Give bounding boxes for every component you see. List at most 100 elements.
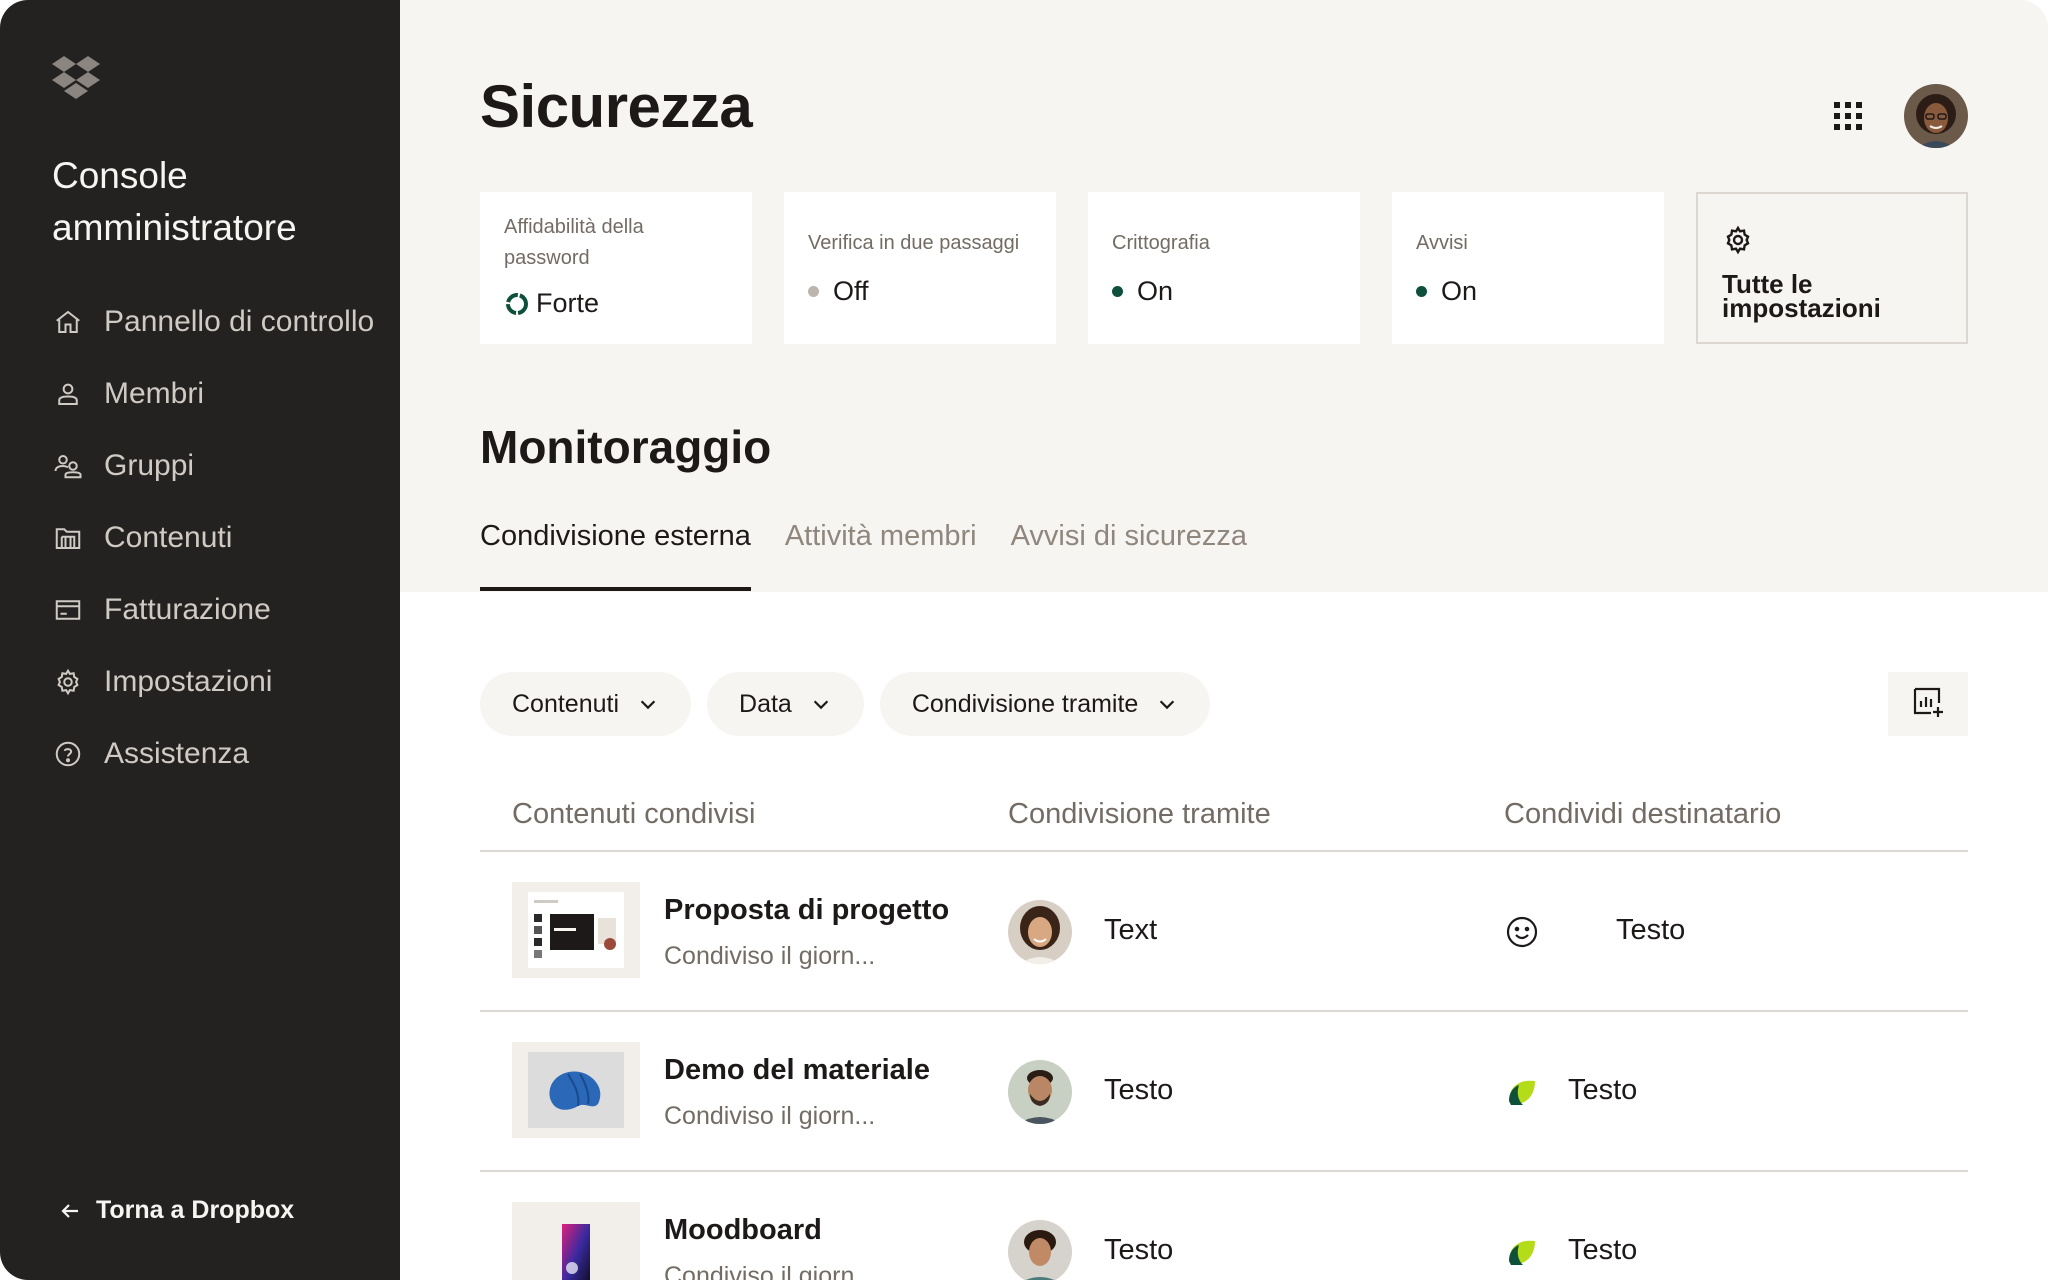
recipient-name: Testo [1568, 1074, 1638, 1106]
chevron-down-icon [1156, 693, 1178, 715]
gear-icon [1722, 224, 1754, 261]
sharer-name: Text [1104, 914, 1158, 946]
table-row[interactable]: Moodboard Condiviso il giorn... Testo Te… [480, 1172, 1968, 1280]
status-dot [1416, 286, 1427, 297]
table-row[interactable]: Demo del materiale Condiviso il giorn...… [480, 1012, 1968, 1172]
sidebar-item-label: Fatturazione [104, 593, 271, 626]
leaf-icon [1504, 1074, 1540, 1110]
password-strength-value: Forte [536, 288, 600, 318]
gear-icon [52, 666, 84, 698]
sidebar-item-billing[interactable]: Fatturazione [52, 574, 374, 646]
sidebar-item-label: Pannello di controllo [104, 305, 375, 338]
app-grid-icon[interactable] [1832, 100, 1864, 132]
card-label: Affidabilità della password [504, 216, 644, 269]
file-thumbnail [512, 882, 640, 978]
sidebar-item-label: Gruppi [104, 449, 195, 482]
sidebar-item-help[interactable]: Assistenza [52, 718, 374, 790]
security-overview: Sicurezza Affidabilità della password Fo… [400, 0, 2048, 592]
back-label: Torna a Dropbox [96, 1196, 295, 1224]
billing-icon [52, 594, 84, 626]
shared-date: Condiviso il giorn... [664, 1102, 876, 1130]
status-dot [1112, 286, 1123, 297]
group-icon [52, 450, 84, 482]
encryption-value: On [1137, 276, 1174, 306]
person-icon [52, 378, 84, 410]
chevron-down-icon [637, 693, 659, 715]
monitoring-title: Monitoraggio [480, 421, 772, 473]
filter-label: Data [739, 689, 792, 718]
column-header[interactable]: Condividi destinatario [1504, 798, 1781, 831]
status-dot [808, 286, 819, 297]
sidebar-item-settings[interactable]: Impostazioni [52, 646, 374, 718]
column-header[interactable]: Contenuti condivisi [512, 798, 755, 831]
sidebar-item-dashboard[interactable]: Pannello di controllo [52, 286, 374, 358]
file-name[interactable]: Moodboard [664, 1214, 822, 1247]
filter-label: Contenuti [512, 689, 620, 718]
file-thumbnail [512, 1042, 640, 1138]
sidebar: Console amministratore Pannello di contr… [0, 0, 400, 1280]
column-header[interactable]: Condivisione tramite [1008, 798, 1271, 831]
shared-content-table: Contenuti condivisi Condivisione tramite… [480, 768, 1968, 1280]
sharer-name: Testo [1104, 1234, 1174, 1266]
all-settings-button[interactable]: Tutte le impostazioni [1696, 192, 1968, 344]
tab-member-activity[interactable]: Attività membri [785, 520, 977, 592]
sidebar-nav: Pannello di controllo Membri Gruppi Cont… [52, 286, 374, 790]
console-title: Console amministratore [52, 155, 297, 248]
all-settings-label: Tutte le impostazioni [1722, 269, 1881, 323]
sharer-avatar [1008, 900, 1072, 964]
dropbox-logo-icon[interactable] [52, 56, 100, 100]
sidebar-item-content[interactable]: Contenuti [52, 502, 374, 574]
home-icon [52, 306, 84, 338]
card-label: Avvisi [1416, 232, 1468, 254]
filter-label: Condivisione tramite [911, 689, 1139, 718]
file-name[interactable]: Demo del materiale [664, 1054, 930, 1087]
table-row[interactable]: Proposta di progetto Condiviso il giorn.… [480, 852, 1968, 1012]
sharer-name: Testo [1104, 1074, 1174, 1106]
chart-add-icon [1911, 685, 1945, 724]
leaf-icon [1504, 1234, 1540, 1270]
security-cards: Affidabilità della password Forte Verifi… [480, 192, 2000, 344]
filter-shared-via[interactable]: Condivisione tramite [879, 672, 1211, 736]
password-strength-card[interactable]: Affidabilità della password Forte [480, 192, 752, 344]
two-step-value: Off [833, 276, 869, 306]
folder-icon [52, 522, 84, 554]
recipient-name: Testo [1616, 914, 1686, 946]
smiley-icon [1504, 914, 1540, 950]
filter-bar: Contenuti Data Condivisione tramite [480, 672, 1226, 736]
sidebar-item-label: Membri [104, 377, 205, 410]
tab-external-sharing[interactable]: Condivisione esterna [480, 520, 751, 592]
card-value: Off [808, 276, 869, 307]
alerts-card[interactable]: Avvisi On [1392, 192, 1664, 344]
app-window: Console amministratore Pannello di contr… [0, 0, 2048, 1280]
alerts-value: On [1441, 276, 1478, 306]
user-avatar[interactable] [1904, 84, 1968, 148]
shared-date: Condiviso il giorn... [664, 942, 876, 970]
card-value: On [1416, 276, 1477, 307]
export-report-button[interactable] [1888, 672, 1968, 736]
recipient-name: Testo [1568, 1234, 1638, 1266]
filter-content[interactable]: Contenuti [480, 672, 692, 736]
chevron-down-icon [810, 693, 832, 715]
sidebar-item-label: Contenuti [104, 521, 233, 554]
sharer-avatar [1008, 1060, 1072, 1124]
back-to-dropbox-link[interactable]: Torna a Dropbox [58, 1196, 294, 1225]
filter-date[interactable]: Data [707, 672, 864, 736]
card-value: On [1112, 276, 1173, 307]
card-label: Crittografia [1112, 232, 1210, 254]
file-thumbnail [512, 1202, 640, 1280]
encryption-card[interactable]: Crittografia On [1088, 192, 1360, 344]
strength-ring-icon [504, 291, 530, 317]
sidebar-item-label: Impostazioni [104, 665, 273, 698]
sidebar-item-members[interactable]: Membri [52, 358, 374, 430]
page-title: Sicurezza [480, 73, 753, 140]
shared-date: Condiviso il giorn... [664, 1262, 876, 1280]
arrow-left-icon [58, 1199, 82, 1223]
file-name[interactable]: Proposta di progetto [664, 894, 949, 927]
table-header: Contenuti condivisi Condivisione tramite… [480, 768, 1968, 852]
help-icon [52, 738, 84, 770]
sharer-avatar [1008, 1220, 1072, 1280]
sidebar-item-groups[interactable]: Gruppi [52, 430, 374, 502]
sidebar-item-label: Assistenza [104, 737, 250, 770]
two-step-card[interactable]: Verifica in due passaggi Off [784, 192, 1056, 344]
tab-security-alerts[interactable]: Avvisi di sicurezza [1011, 520, 1247, 592]
